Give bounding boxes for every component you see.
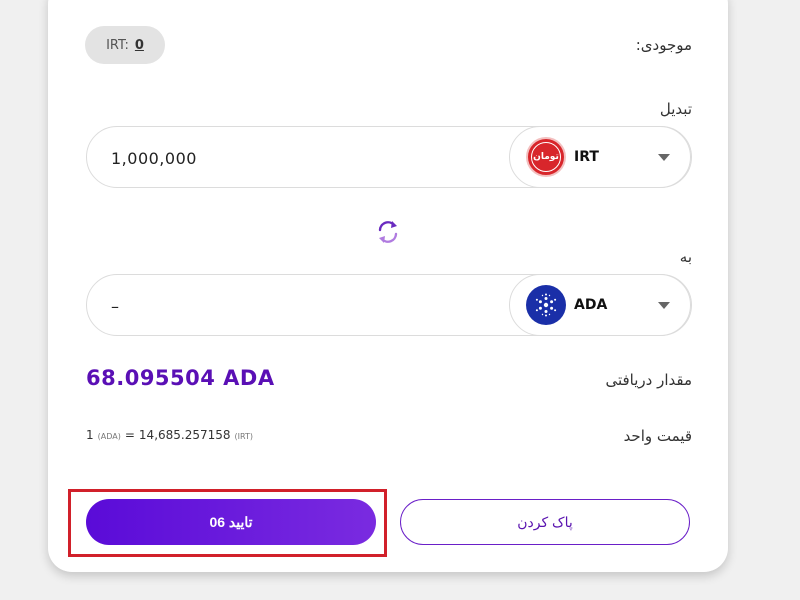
unit-price-left-qty: 1 — [86, 428, 94, 442]
from-amount-field: 1,000,000 تومان IRT — [86, 126, 692, 188]
receive-amount: 68.095504 ADA — [86, 366, 275, 390]
from-currency-code: IRT — [574, 149, 599, 165]
receive-label: مقدار دریافتی — [605, 371, 692, 389]
to-amount-field: – ADA — [86, 274, 692, 336]
balance-currency: IRT: — [106, 37, 129, 53]
from-amount-input[interactable]: 1,000,000 — [111, 127, 197, 189]
to-amount-input[interactable]: – — [111, 275, 120, 337]
exchange-card: موجودی: IRT: 0 تبدیل 1,000,000 تومان IRT… — [48, 0, 728, 572]
unit-price-equals: = — [124, 428, 135, 442]
to-currency-select[interactable]: ADA — [509, 274, 691, 336]
balance-label: موجودی: — [635, 36, 692, 54]
to-label: به — [679, 248, 692, 266]
balance-pill[interactable]: IRT: 0 — [85, 26, 165, 64]
clear-button[interactable]: پاک کردن — [400, 499, 690, 545]
unit-price-right-unit: (IRT) — [234, 432, 254, 441]
chevron-down-icon — [658, 154, 670, 161]
from-currency-select[interactable]: تومان IRT — [509, 126, 691, 188]
unit-price-label: قیمت واحد — [623, 427, 692, 445]
toman-logo-icon: تومان — [526, 137, 566, 177]
cardano-logo-icon — [526, 285, 566, 325]
unit-price-right-qty: 14,685.257158 — [138, 428, 231, 442]
from-label: تبدیل — [659, 100, 692, 118]
swap-arrows-icon[interactable] — [373, 217, 403, 247]
highlight-annotation-box — [68, 489, 387, 557]
chevron-down-icon — [658, 302, 670, 309]
unit-price-value: 1 (ADA) = 14,685.257158 (IRT) — [86, 428, 253, 442]
unit-price-left-unit: (ADA) — [97, 432, 121, 441]
balance-amount: 0 — [134, 37, 144, 53]
to-currency-code: ADA — [574, 297, 608, 313]
